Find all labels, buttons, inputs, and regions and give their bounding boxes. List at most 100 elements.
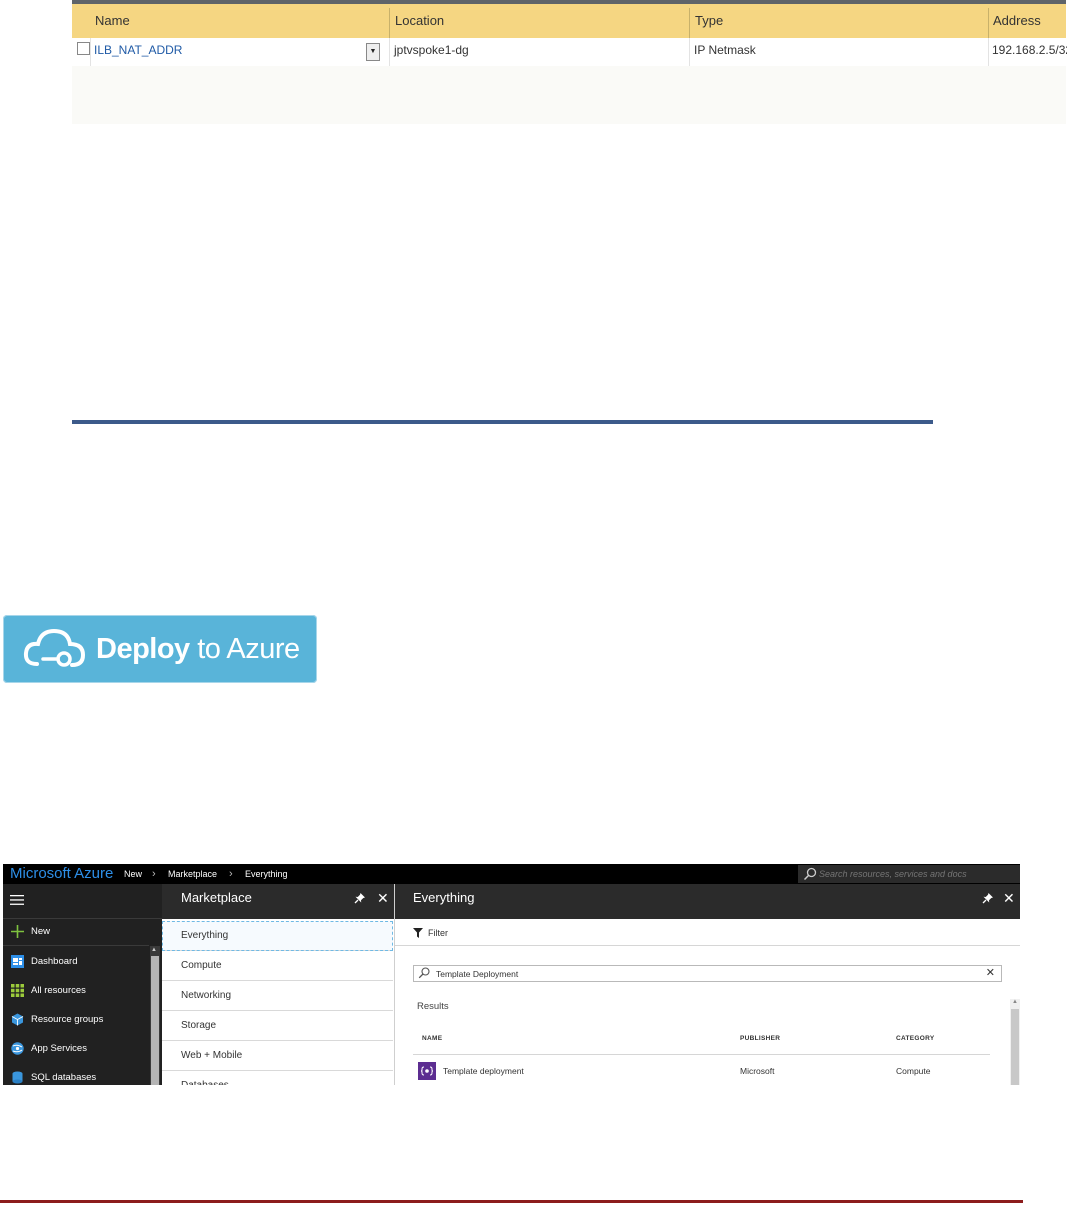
results-label: Results [417,1001,449,1012]
portal-top-bar: Microsoft Azure New › Marketplace › Ever… [3,864,1020,884]
cloud-icon [23,628,86,667]
result-publisher: Microsoft [740,1066,775,1076]
dashboard-icon [11,955,24,968]
marketplace-item-label: Web + Mobile [181,1050,243,1061]
sidebar-item-label: SQL databases [31,1072,97,1083]
address-location: jptvspoke1-dg [394,43,469,57]
breadcrumb-marketplace[interactable]: Marketplace [168,864,217,884]
marketplace-item-databases[interactable]: Databases [162,1071,393,1085]
marketplace-item-label: Everything [181,930,229,941]
plus-icon [11,925,24,938]
address-object-table: Name Location Type Address ILB_NAT_ADDR … [72,0,1067,124]
chevron-right-icon: › [152,868,156,880]
sidebar-item-all-resources[interactable]: All resources [3,977,149,1005]
scrollbar-thumb[interactable] [151,956,159,1085]
clear-search-icon[interactable]: ✕ [986,966,995,981]
global-search[interactable] [798,865,1020,883]
breadcrumb-new[interactable]: New [124,864,142,884]
column-divider [90,38,91,66]
table-row[interactable]: ILB_NAT_ADDR ▼ jptvspoke1-dg IP Netmask … [72,38,1067,66]
column-header-location[interactable]: Location [395,4,444,38]
address-value: 192.168.2.5/32 [992,43,1067,57]
marketplace-search[interactable]: ✕ [413,965,1002,982]
marketplace-item-label: Storage [181,1020,217,1031]
column-header-publisher[interactable]: PUBLISHER [740,1035,780,1042]
column-header-name[interactable]: Name [95,4,130,38]
pin-icon[interactable] [354,892,366,904]
scrollbar-thumb[interactable] [1011,1009,1019,1085]
table-header: Name Location Type Address [72,4,1066,38]
marketplace-item-label: Networking [181,990,232,1001]
everything-blade-header: Everything ✕ [395,884,1020,919]
scroll-up-icon[interactable]: ▲ [151,947,157,953]
sidebar-item-label: App Services [31,1043,87,1054]
marketplace-item-storage[interactable]: Storage [162,1011,393,1041]
marketplace-item-label: Compute [181,960,222,971]
row-dropdown-button[interactable]: ▼ [366,43,380,61]
column-header-category[interactable]: CATEGORY [896,1035,935,1042]
results-scrollbar[interactable]: ▲ [1010,999,1020,1085]
global-search-input[interactable] [819,866,1015,882]
marketplace-item-everything[interactable]: Everything [162,921,393,951]
column-header-type[interactable]: Type [695,4,723,38]
sidebar-item-sql-databases[interactable]: SQL databases [3,1064,149,1085]
close-icon[interactable]: ✕ [1003,891,1015,905]
address-type: IP Netmask [694,43,756,57]
column-divider [689,8,690,38]
blade-title: Everything [413,890,475,905]
column-divider [988,8,989,38]
hamburger-menu-icon[interactable] [10,894,24,906]
marketplace-item-web-mobile[interactable]: Web + Mobile [162,1041,393,1071]
globe-icon [11,1042,24,1055]
portal-sidebar: New Dashboard All resources Resource gro… [3,884,162,1085]
marketplace-item-label: Databases [181,1071,229,1085]
sidebar-item-label: New [31,926,51,937]
template-deployment-icon [418,1062,436,1080]
azure-portal: Microsoft Azure New › Marketplace › Ever… [3,864,1020,1085]
sidebar-scrollbar[interactable]: ▲ [150,946,160,1085]
filter-label: Filter [428,928,448,938]
column-header-address[interactable]: Address [993,4,1041,38]
sidebar-item-label: Resource groups [31,1014,104,1025]
row-checkbox[interactable] [77,42,90,55]
cube-icon [11,1013,24,1026]
table-divider [413,1054,990,1055]
column-divider [389,8,390,38]
close-icon[interactable]: ✕ [377,891,389,905]
page-footer-rule [0,1200,1023,1203]
search-icon [803,867,817,881]
result-name: Template deployment [443,1066,524,1076]
column-divider [389,38,390,66]
deploy-button-label: Deploy to Azure [96,633,300,665]
chevron-right-icon: › [229,868,233,880]
column-divider [988,38,989,66]
marketplace-blade-header: Marketplace ✕ [162,884,394,919]
marketplace-blade: Marketplace ✕ Everything Compute Network… [162,884,395,1085]
sidebar-item-app-services[interactable]: App Services [3,1035,149,1063]
database-icon [12,1071,23,1084]
address-name-link[interactable]: ILB_NAT_ADDR [94,38,182,66]
scroll-up-icon[interactable]: ▲ [1012,999,1018,1005]
azure-brand[interactable]: Microsoft Azure [10,864,113,884]
search-icon [418,967,430,979]
blade-title: Marketplace [181,890,252,905]
column-divider [689,38,690,66]
breadcrumb-everything[interactable]: Everything [245,864,288,884]
marketplace-item-networking[interactable]: Networking [162,981,393,1011]
section-divider [72,420,933,424]
marketplace-search-input[interactable] [436,966,976,981]
caret-down-icon: ▼ [369,48,377,55]
table-row[interactable]: Template deployment Microsoft Compute [413,1060,990,1082]
sidebar-item-dashboard[interactable]: Dashboard [3,948,149,976]
column-header-name[interactable]: NAME [422,1035,442,1042]
pin-icon[interactable] [982,892,994,904]
marketplace-item-compute[interactable]: Compute [162,951,393,981]
sidebar-item-resource-groups[interactable]: Resource groups [3,1006,149,1034]
grid-icon [11,984,24,997]
deploy-to-azure-button[interactable]: Deploy to Azure [3,615,317,683]
everything-blade: Everything ✕ Filter ✕ Results ▲ [395,884,1020,1085]
filter-icon [413,928,423,938]
sidebar-item-new[interactable]: New [3,919,149,945]
sidebar-item-label: All resources [31,985,86,996]
sidebar-divider [3,945,149,946]
